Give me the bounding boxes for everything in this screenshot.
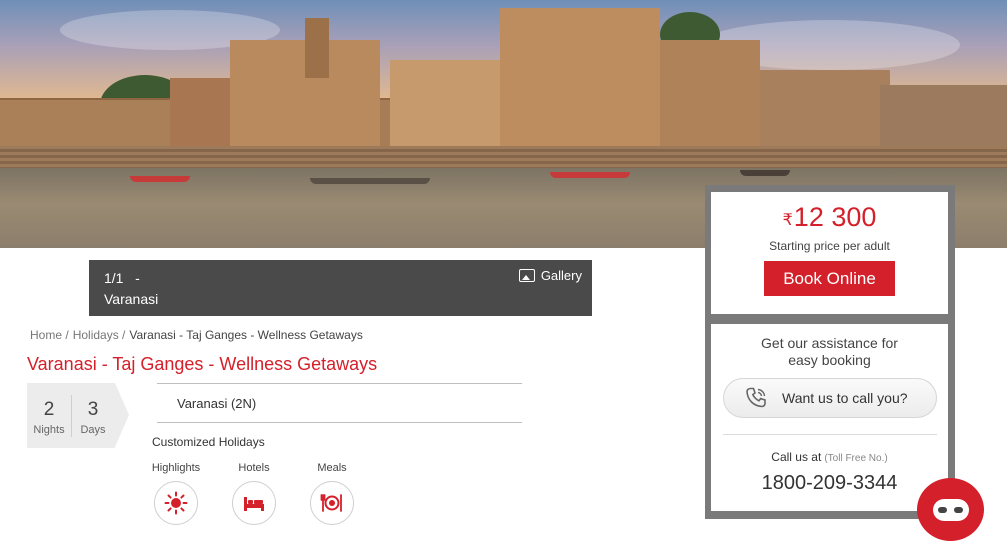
price-note: Starting price per adult <box>769 239 890 253</box>
gallery-caption: Varanasi <box>104 291 159 307</box>
package-type: Customized Holidays <box>152 435 265 449</box>
gallery-button[interactable]: Gallery <box>518 268 582 283</box>
bed-icon <box>232 481 276 525</box>
boat <box>550 172 630 178</box>
price: ₹12 300 <box>711 202 948 233</box>
divider <box>157 383 522 384</box>
nights-value: 2 <box>43 399 55 420</box>
robot-eye <box>938 506 947 513</box>
building <box>660 40 760 150</box>
callback-button[interactable]: Want us to call you? <box>723 378 937 418</box>
building <box>760 70 890 155</box>
duration-arrow <box>115 383 129 447</box>
booking-panel: ₹12 300 Starting price per adult Book On… <box>705 185 955 519</box>
divider <box>157 422 522 423</box>
tower <box>305 18 329 78</box>
days-value: 3 <box>87 399 99 420</box>
nights: 2 Nights <box>27 399 71 436</box>
sun-icon <box>154 481 198 525</box>
currency-symbol: ₹ <box>782 212 793 229</box>
toll-free-label: (Toll Free No.) <box>824 453 888 464</box>
breadcrumb-holidays[interactable]: Holidays / <box>73 328 126 342</box>
breadcrumb-home[interactable]: Home / <box>30 328 69 342</box>
assistance-line: Get our assistance for <box>761 335 898 351</box>
chatbot-button[interactable] <box>917 478 984 541</box>
divider <box>723 434 937 435</box>
boat <box>310 178 430 184</box>
feature-highlights[interactable]: Highlights <box>148 462 204 525</box>
feature-label: Hotels <box>238 462 270 474</box>
breadcrumb: Home / Holidays / Varanasi - Taj Ganges … <box>30 328 363 342</box>
boat <box>740 170 790 176</box>
price-box: ₹12 300 Starting price per adult Book On… <box>711 192 948 314</box>
call-us-label: Call us at <box>771 450 822 464</box>
itinerary-route: Varanasi (2N) <box>177 396 257 411</box>
feature-meals[interactable]: Meals <box>304 462 360 525</box>
gallery-button-label: Gallery <box>540 268 582 283</box>
duration-box: 2 Nights 3 Days <box>27 383 129 448</box>
robot-eye <box>954 506 963 513</box>
page-title: Varanasi - Taj Ganges - Wellness Getaway… <box>27 354 378 374</box>
price-value: 12 300 <box>793 202 877 232</box>
assistance-box: Get our assistance for easy booking Want… <box>711 324 948 511</box>
phone-number[interactable]: 1800-209-3344 <box>711 472 948 495</box>
boat <box>130 176 190 182</box>
image-icon <box>518 269 535 282</box>
assistance-text: Get our assistance for easy booking <box>711 335 948 369</box>
palace <box>500 8 660 148</box>
phone-icon <box>746 387 766 408</box>
feature-hotels[interactable]: Hotels <box>226 462 282 525</box>
days-label: Days <box>80 424 106 436</box>
days: 3 Days <box>71 399 115 436</box>
gallery-bar: 1/1 - Varanasi Gallery <box>89 260 592 316</box>
callback-label: Want us to call you? <box>782 390 908 406</box>
building <box>390 60 500 150</box>
assistance-line: easy booking <box>788 352 871 368</box>
feature-label: Highlights <box>151 462 201 474</box>
feature-label: Meals <box>317 462 347 474</box>
fork-plate-knife-icon <box>310 481 354 525</box>
gallery-counter: 1/1 - <box>104 270 140 286</box>
robot-icon <box>932 498 969 521</box>
book-online-button[interactable]: Book Online <box>764 261 895 296</box>
breadcrumb-current: Varanasi - Taj Ganges - Wellness Getaway… <box>129 328 363 342</box>
call-us-text: Call us at (Toll Free No.) <box>711 450 948 464</box>
nights-label: Nights <box>33 424 65 436</box>
